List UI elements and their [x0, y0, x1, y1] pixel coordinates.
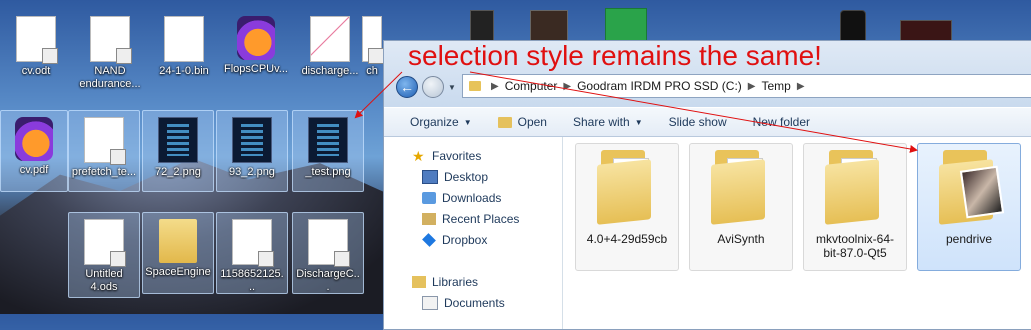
annotation-arrows [354, 71, 918, 153]
arrow-to-explorer [469, 71, 918, 153]
arrow-to-desktop [354, 71, 403, 119]
